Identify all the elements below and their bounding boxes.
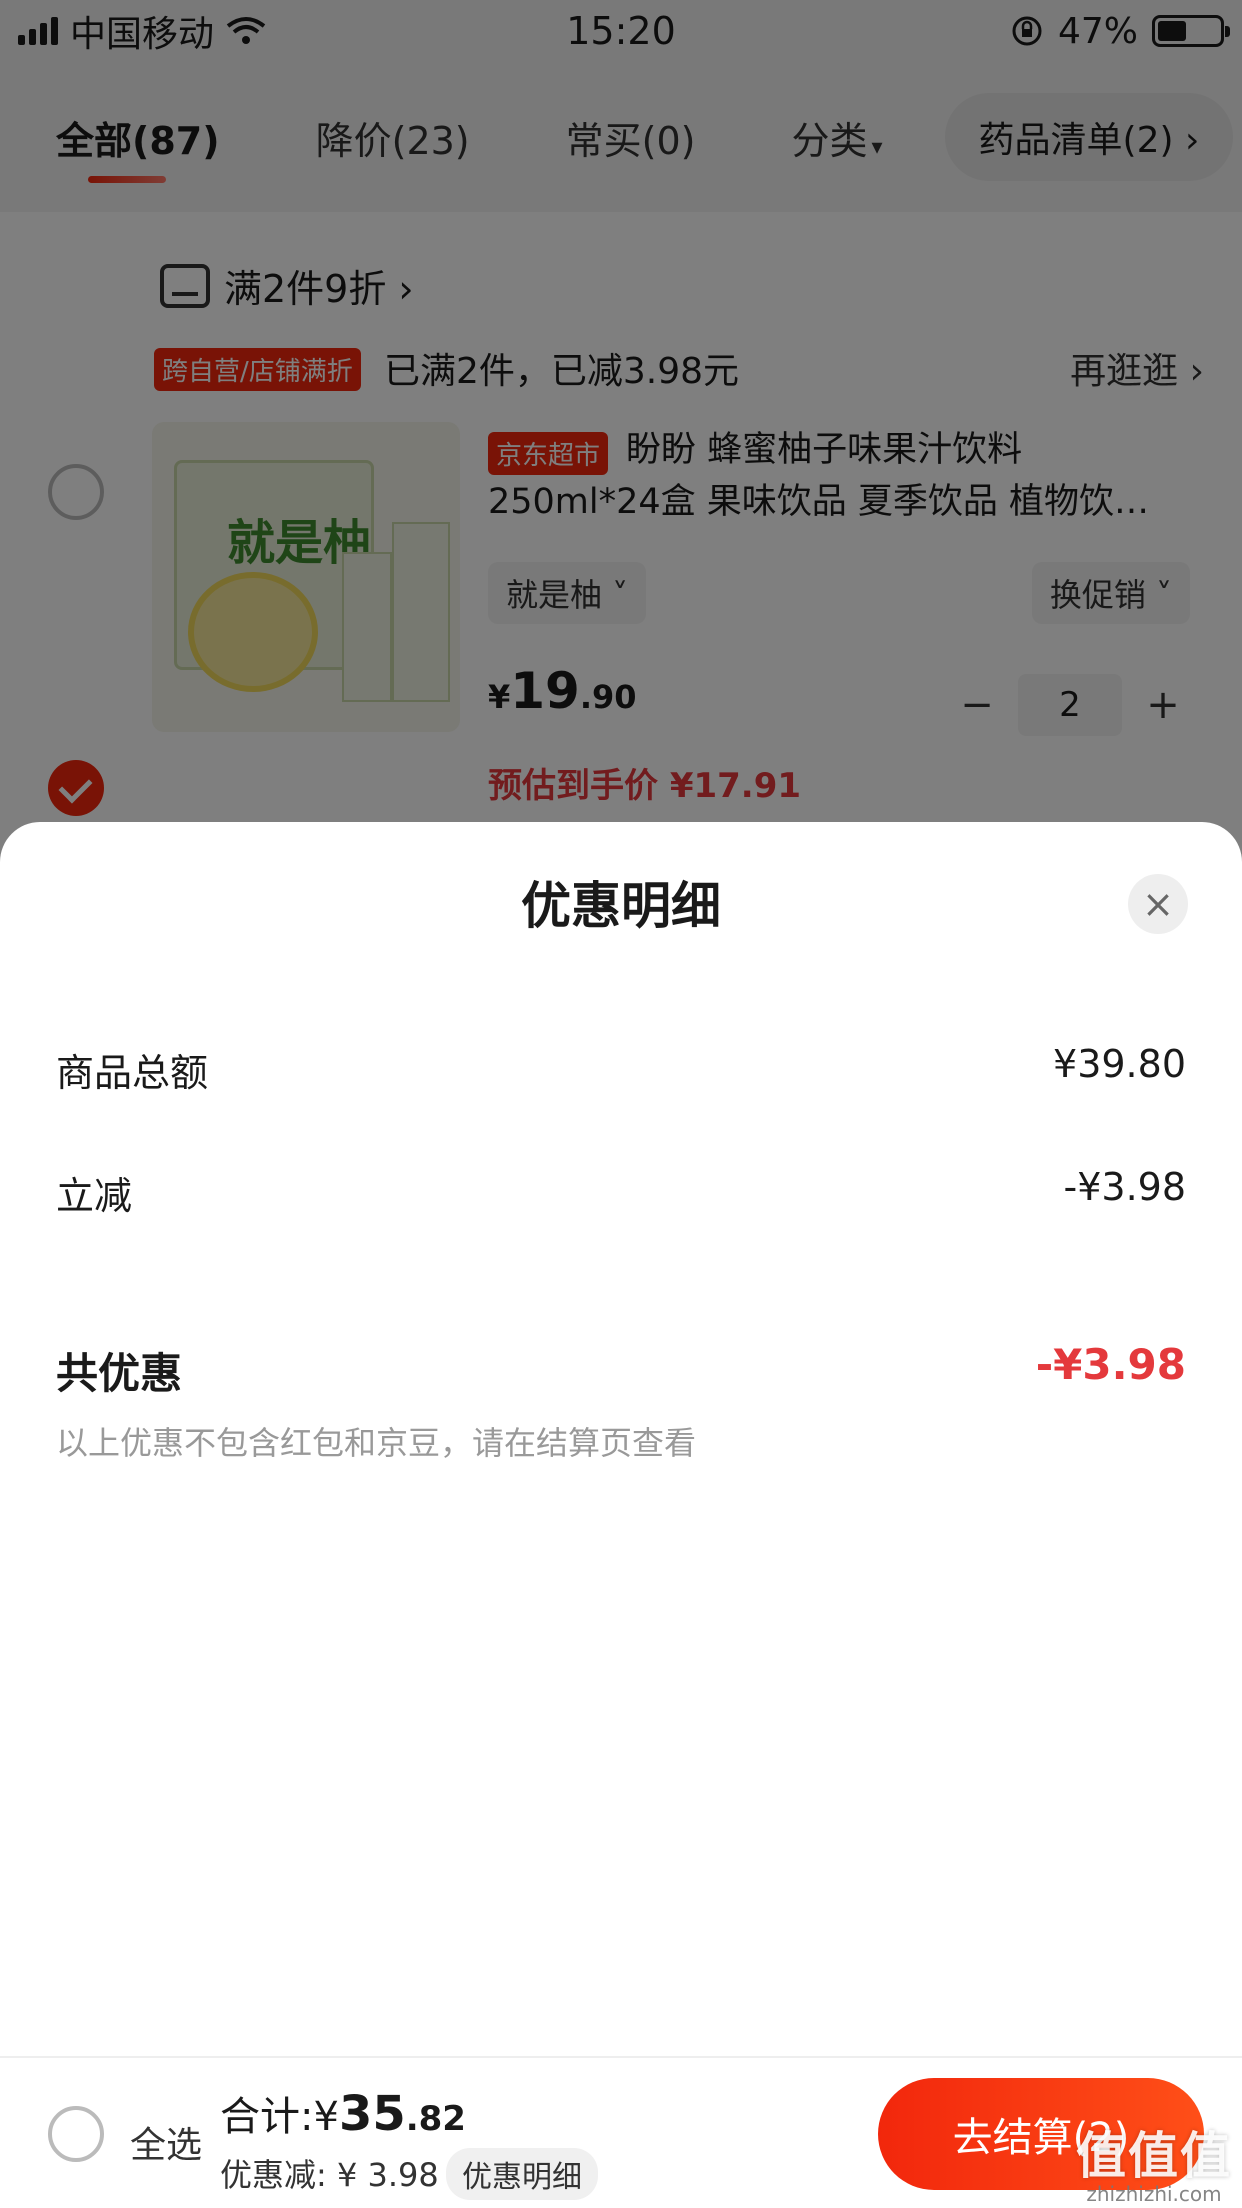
total-integer: 35 bbox=[338, 2086, 406, 2142]
watermark-site: zhizhizhi.com bbox=[1086, 2182, 1222, 2206]
sheet-title: 优惠明细 bbox=[521, 877, 721, 935]
total-amount: 合计:¥35.82 bbox=[220, 2084, 466, 2142]
subtotal-row: 商品总额 ¥39.80 bbox=[56, 1042, 1186, 1097]
discount-detail-sheet: 优惠明细 × 商品总额 ¥39.80 立减 -¥3.98 共优惠 -¥3.98 … bbox=[0, 822, 1242, 2208]
discount-amount: 优惠减: ¥ 3.98 bbox=[220, 2156, 439, 2194]
close-button[interactable]: × bbox=[1128, 874, 1188, 934]
close-icon: × bbox=[1142, 882, 1174, 926]
select-all-checkbox[interactable] bbox=[48, 2106, 104, 2162]
total-decimal: .82 bbox=[405, 2099, 466, 2139]
instant-discount-row: 立减 -¥3.98 bbox=[56, 1165, 1186, 1220]
select-all-label[interactable]: 全选 bbox=[130, 2116, 202, 2168]
discount-note: 以上优惠不包含红包和京豆，请在结算页查看 bbox=[56, 1424, 697, 1462]
subtotal-value: ¥39.80 bbox=[1053, 1042, 1186, 1086]
watermark: 值值值 zhizhizhi.com bbox=[1076, 2116, 1232, 2206]
instant-discount-value: -¥3.98 bbox=[1063, 1165, 1187, 1209]
watermark-logo: 值值值 bbox=[1076, 2127, 1232, 2185]
instant-discount-label: 立减 bbox=[56, 1174, 133, 1218]
total-discount-row: 共优惠 -¥3.98 bbox=[56, 1340, 1186, 1401]
checkout-bar: 全选 合计:¥35.82 优惠减: ¥ 3.98 优惠明细 去结算(2) bbox=[0, 2056, 1242, 2208]
total-label: 合计:¥ bbox=[220, 2094, 339, 2140]
discount-detail-button[interactable]: 优惠明细 bbox=[446, 2148, 598, 2200]
subtotal-label: 商品总额 bbox=[56, 1051, 209, 1095]
total-discount-label: 共优惠 bbox=[56, 1349, 183, 1398]
total-discount-value: -¥3.98 bbox=[1035, 1340, 1186, 1389]
